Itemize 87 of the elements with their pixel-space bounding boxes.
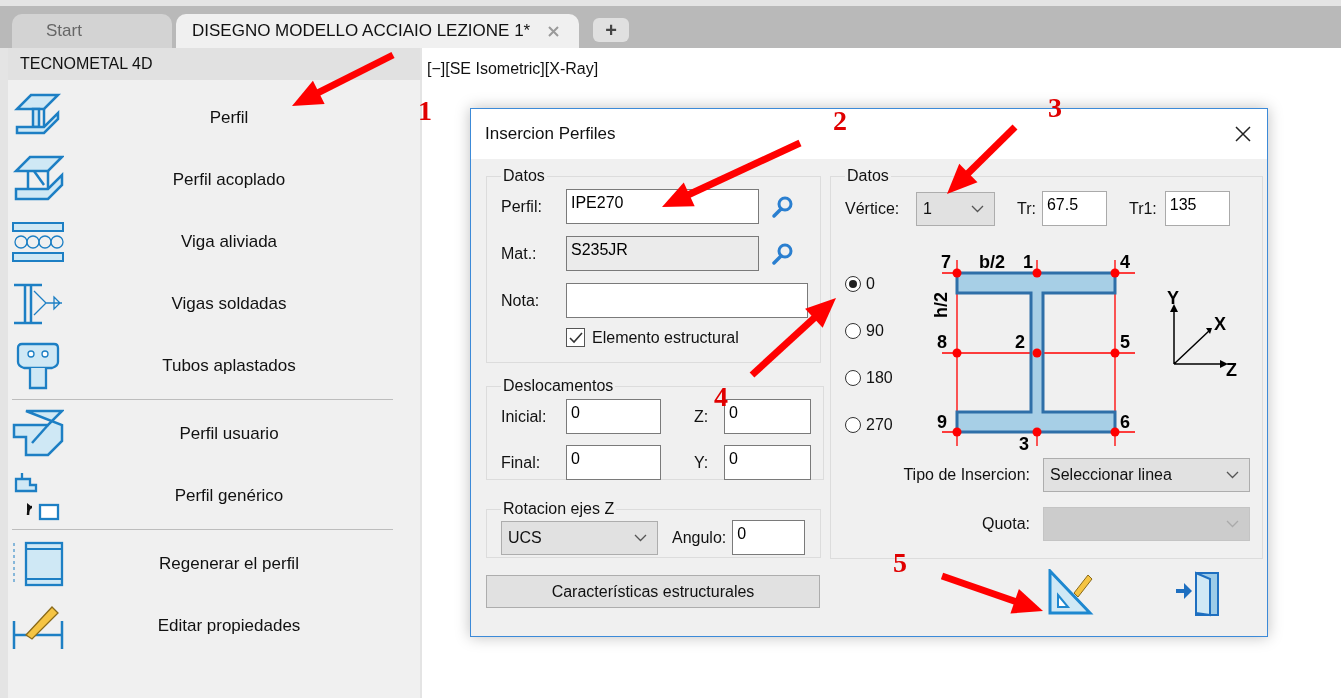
dimension-label: b/2 bbox=[979, 252, 1005, 272]
point-label: 5 bbox=[1120, 332, 1130, 352]
note-field[interactable] bbox=[566, 283, 808, 318]
annotation-number: 2 bbox=[833, 105, 847, 136]
vertex-dropdown[interactable]: 1 bbox=[916, 191, 995, 226]
field-label: Tr: bbox=[1017, 199, 1036, 218]
field-label: Final: bbox=[501, 453, 542, 472]
radio-button[interactable] bbox=[845, 275, 861, 292]
set-square-pencil-icon[interactable] bbox=[1048, 569, 1094, 615]
radio-option[interactable]: 0 bbox=[845, 270, 917, 297]
chevron-down-icon bbox=[1226, 471, 1239, 479]
offset-field[interactable]: 0 bbox=[566, 445, 661, 480]
field-label: Mat.: bbox=[501, 244, 538, 263]
radio-option[interactable]: 270 bbox=[845, 411, 917, 438]
rotation-dropdown[interactable]: UCS bbox=[501, 520, 658, 555]
field-label: Angulo: bbox=[672, 528, 727, 547]
group-title: Deslocamentos bbox=[502, 377, 615, 395]
field-label: Vértice: bbox=[845, 199, 901, 218]
profile-field[interactable]: IPE270 bbox=[566, 189, 759, 224]
field-label: Perfil: bbox=[501, 197, 543, 216]
field-label: Tipo de Insercion: bbox=[902, 466, 1031, 484]
search-icon[interactable] bbox=[771, 194, 795, 219]
group-title: Datos bbox=[846, 167, 890, 185]
radio-button[interactable] bbox=[845, 322, 861, 339]
axis-label: Y bbox=[1167, 290, 1179, 308]
panel-item[interactable]: Perfil acoplado bbox=[8, 149, 420, 211]
dialog-title: Insercion Perfiles bbox=[485, 124, 616, 144]
field-label: Nota: bbox=[501, 291, 541, 310]
welded-beam-icon bbox=[12, 283, 64, 325]
close-icon[interactable] bbox=[1235, 126, 1251, 142]
radio-button[interactable] bbox=[845, 369, 861, 386]
chevron-down-icon bbox=[1226, 520, 1239, 528]
group-title: Datos bbox=[502, 167, 546, 185]
axis-label: X bbox=[1214, 314, 1226, 334]
insertion-type-dropdown[interactable]: Seleccionar linea bbox=[1043, 458, 1250, 492]
panel-item[interactable]: Editar propiedades bbox=[8, 595, 420, 657]
panel-item[interactable]: Perfil genérico bbox=[8, 465, 420, 527]
point-label: 6 bbox=[1120, 412, 1130, 432]
point-label: 2 bbox=[1015, 332, 1025, 352]
offset-field[interactable]: 0 bbox=[566, 399, 661, 434]
field-label: Y: bbox=[694, 453, 710, 472]
viewport-label[interactable]: [−][SE Isometric][X-Ray] bbox=[427, 60, 599, 78]
arrow bbox=[947, 124, 1018, 194]
document-tab[interactable]: DISEGNO MODELLO ACCIAIO LEZIONE 1* bbox=[176, 14, 580, 48]
angle-field[interactable]: 0 bbox=[732, 520, 806, 555]
axis-label: Z bbox=[1226, 360, 1237, 380]
radio-button[interactable] bbox=[845, 416, 861, 433]
radio-option[interactable]: 180 bbox=[845, 364, 917, 391]
chevron-down-icon bbox=[971, 204, 984, 213]
field-label: Tr1: bbox=[1128, 199, 1157, 218]
beam-regenerate-icon bbox=[12, 541, 64, 587]
point-label: 7 bbox=[941, 252, 951, 272]
panel-item[interactable]: Viga aliviada bbox=[8, 211, 420, 273]
dimension-label: h/2 bbox=[931, 292, 951, 318]
new-tab-button[interactable]: + bbox=[593, 18, 630, 42]
user-profile-icon bbox=[12, 409, 64, 459]
castellated-beam-icon bbox=[12, 221, 64, 263]
panel-item[interactable]: Perfil usuario bbox=[8, 403, 420, 465]
checkbox[interactable] bbox=[566, 328, 585, 347]
point-label: 9 bbox=[937, 412, 947, 432]
offset-field[interactable]: 0 bbox=[724, 445, 811, 480]
point-label: 3 bbox=[1019, 434, 1029, 454]
annotation-number: 1 bbox=[418, 95, 432, 126]
group-title: Rotacion ejes Z bbox=[502, 500, 616, 518]
search-icon[interactable] bbox=[771, 241, 795, 266]
point-label: 4 bbox=[1120, 252, 1130, 272]
annotation-number: 5 bbox=[893, 547, 907, 578]
point-label: 8 bbox=[937, 332, 947, 352]
panel-title: TECNOMETAL 4D bbox=[8, 48, 420, 80]
field-label: Quota: bbox=[980, 515, 1031, 533]
material-field[interactable]: S235JR bbox=[566, 236, 759, 271]
panel-item[interactable]: Tubos aplastados bbox=[8, 335, 420, 397]
field-label: Z: bbox=[694, 407, 710, 426]
tr1-field[interactable]: 135 bbox=[1164, 191, 1230, 226]
radio-option[interactable]: 90 bbox=[845, 317, 917, 344]
panel-item[interactable]: Vigas soldadas bbox=[8, 273, 420, 335]
chevron-down-icon bbox=[634, 533, 647, 542]
checkbox-label[interactable]: Elemento estructural bbox=[592, 328, 739, 347]
field-label: Inicial: bbox=[501, 407, 548, 426]
panel-item[interactable]: Perfil bbox=[8, 87, 420, 149]
axes-drawing bbox=[1170, 304, 1228, 368]
document-tab[interactable]: Start bbox=[12, 14, 172, 48]
flattened-tube-icon bbox=[16, 342, 60, 390]
panel-item[interactable]: Regenerar el perfil bbox=[8, 533, 420, 595]
point-label: 1 bbox=[1023, 252, 1033, 272]
tr-field[interactable]: 67.5 bbox=[1041, 191, 1107, 226]
characteristics-button[interactable]: Características estructurales bbox=[486, 575, 820, 608]
